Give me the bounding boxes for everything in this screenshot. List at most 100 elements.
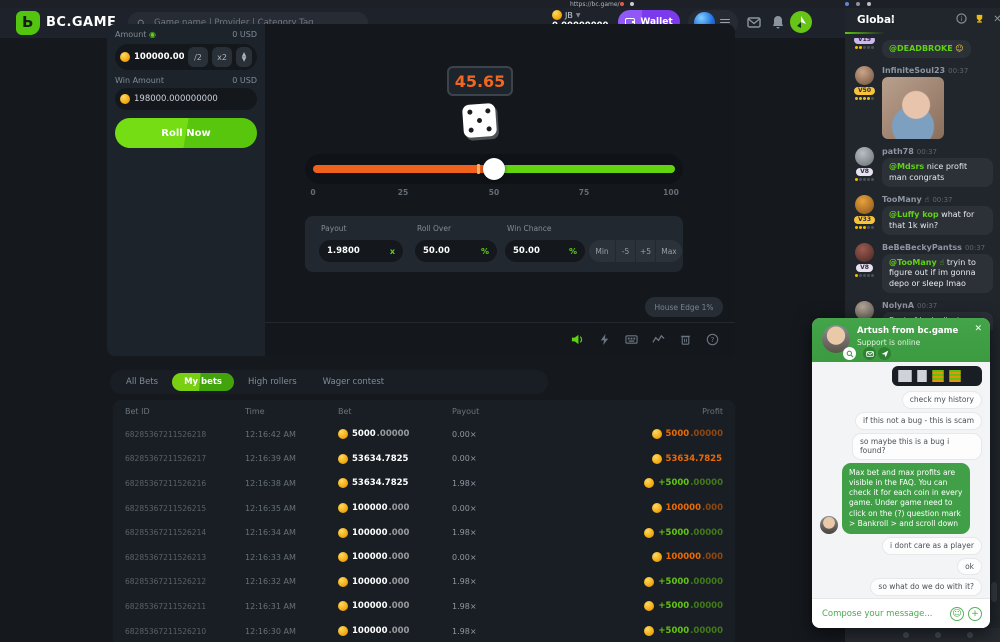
turbo-icon[interactable]	[598, 333, 611, 346]
browser-favicon	[620, 2, 624, 6]
bonus-spin-icon[interactable]	[790, 11, 812, 33]
game-canvas: 45.65 0 25 50 75 100 Payout 1.9800x Roll…	[265, 24, 735, 356]
bc-game-app: https://bc.game/ Ь BC.GAME JB▼ 0.0000000…	[0, 0, 1000, 642]
sound-icon[interactable]	[571, 333, 584, 346]
support-messages: check my historyif this not a bug - this…	[812, 362, 990, 598]
chat-message[interactable]: V19@DEADBROKE ☺	[845, 38, 1000, 58]
bet-id[interactable]: 68285367211526217	[125, 454, 245, 463]
notifications-bell-icon[interactable]	[770, 14, 786, 30]
max-button[interactable]: Max	[656, 240, 682, 262]
bets-table-header: Bet IDTimeBetPayoutProfit	[113, 400, 735, 422]
chat-username[interactable]: BeBeBeckyPantss00:37	[882, 243, 993, 252]
plus-5-button[interactable]: +5	[636, 240, 655, 262]
bet-id[interactable]: 68285367211526215	[125, 504, 245, 513]
bet-payout: 1.98×	[452, 627, 572, 636]
avatar[interactable]	[855, 66, 874, 85]
amount-value[interactable]: 100000.00000000	[134, 52, 184, 62]
bet-payout: 1.98×	[452, 577, 572, 586]
chat-username[interactable]: InfiniteSoul2300:37	[882, 66, 993, 75]
chat-message[interactable]: V8BeBeBeckyPantss00:37@TooMany ☝ tryin t…	[845, 243, 1000, 293]
chat-image[interactable]	[882, 77, 944, 139]
bet-id[interactable]: 68285367211526211	[125, 602, 245, 611]
half-bet-button[interactable]: /2	[188, 47, 208, 67]
chat-close-icon[interactable]: ✕	[991, 13, 1000, 26]
chat-trophy-icon[interactable]	[973, 13, 986, 26]
chat-input-strip[interactable]	[845, 628, 1000, 642]
coin-icon	[652, 429, 662, 439]
support-compose-input[interactable]	[820, 608, 946, 620]
slider-handle[interactable]	[483, 158, 505, 180]
avatar[interactable]	[855, 147, 874, 166]
tab-high-rollers[interactable]: High rollers	[236, 373, 309, 391]
chevron-right-icon[interactable]: ›	[891, 14, 895, 25]
bc-logo-icon[interactable]: Ь	[16, 11, 40, 35]
bet-id[interactable]: 68285367211526216	[125, 479, 245, 488]
amount-info-icon[interactable]: ◉	[149, 30, 156, 39]
table-row[interactable]: 6828536721152621312:16:33 AM100000.0000.…	[113, 545, 735, 570]
avatar[interactable]	[855, 195, 874, 214]
chat-message[interactable]: V8path7800:37@Mdsrs nice profit man cong…	[845, 147, 1000, 187]
tab-wager-contest[interactable]: Wager contest	[311, 373, 396, 391]
roll-now-button[interactable]: Roll Now	[115, 118, 257, 148]
table-row[interactable]: 6828536721152621112:16:31 AM100000.0001.…	[113, 594, 735, 619]
bet-id[interactable]: 68285367211526210	[125, 627, 245, 636]
chat-message[interactable]: V50InfiniteSoul2300:37	[845, 66, 1000, 139]
table-row[interactable]: 6828536721152621712:16:39 AM53634.78250.…	[113, 447, 735, 472]
avatar[interactable]	[855, 243, 874, 262]
support-close-icon[interactable]: ✕	[974, 324, 982, 334]
table-row[interactable]: 6828536721152621612:16:38 AM53634.78251.…	[113, 471, 735, 496]
support-agent-name: Artush from bc.game	[857, 326, 958, 336]
coin-icon	[338, 503, 348, 513]
emoji-icon[interactable]: ☺	[950, 607, 964, 621]
table-row[interactable]: 6828536721152621212:16:32 AM100000.0001.…	[113, 570, 735, 595]
support-user-message: if this not a bug - this is scam	[855, 412, 982, 430]
table-row[interactable]: 6828536721152621812:16:42 AM5000.000000.…	[113, 422, 735, 447]
min-button[interactable]: Min	[589, 240, 615, 262]
seeds-icon[interactable]	[679, 333, 692, 346]
support-compose-bar: ☺ +	[812, 598, 990, 628]
table-row[interactable]: 6828536721152621412:16:34 AM100000.0001.…	[113, 520, 735, 545]
chat-info-icon[interactable]: i	[955, 13, 968, 26]
tab-all-bets[interactable]: All Bets	[114, 373, 170, 391]
bet-time: 12:16:33 AM	[245, 553, 338, 562]
minus-5-button[interactable]: -5	[616, 240, 635, 262]
attach-plus-icon[interactable]: +	[968, 607, 982, 621]
support-send-icon[interactable]	[878, 347, 891, 360]
chat-username[interactable]: path7800:37	[882, 147, 993, 156]
help-icon[interactable]: ?	[706, 333, 719, 346]
bet-id[interactable]: 68285367211526212	[125, 577, 245, 586]
browser-extension-icon[interactable]	[856, 2, 860, 6]
browser-extension-icon[interactable]	[867, 2, 871, 6]
bc-logo-text[interactable]: BC.GAME	[46, 15, 116, 30]
stats-icon[interactable]	[652, 333, 665, 346]
amount-stepper[interactable]: ▲▼	[236, 47, 252, 67]
tick-50: 50	[489, 188, 499, 197]
game-footer-toolbar: ?	[265, 322, 735, 356]
chat-channel-title[interactable]: Global	[857, 14, 895, 26]
url-text[interactable]: https://bc.game/	[570, 1, 620, 8]
chat-scrollbar-thumb[interactable]	[991, 582, 997, 602]
vip-stars	[855, 226, 874, 229]
amount-input[interactable]: 100000.00000000 /2 x2 ▲▼	[115, 44, 257, 70]
bet-id[interactable]: 68285367211526218	[125, 430, 245, 439]
bet-profit: 53634.7825	[572, 454, 723, 464]
support-search-icon[interactable]	[843, 347, 856, 360]
chat-username[interactable]: TooMany ☝00:37	[882, 195, 993, 204]
table-row[interactable]: 6828536721152621012:16:30 AM100000.0001.…	[113, 619, 735, 642]
chat-screenshot-image[interactable]	[892, 366, 982, 386]
chat-username[interactable]: NolynA00:37	[882, 301, 993, 310]
roll-slider[interactable]	[305, 154, 683, 184]
chat-message[interactable]: V33TooMany ☝00:37@Luffy kop what for tha…	[845, 195, 1000, 235]
browser-extension-icon[interactable]	[845, 2, 849, 6]
hotkeys-icon[interactable]	[625, 333, 638, 346]
table-row[interactable]: 6828536721152621512:16:35 AM100000.0000.…	[113, 496, 735, 521]
bet-id[interactable]: 68285367211526214	[125, 528, 245, 537]
double-bet-button[interactable]: x2	[212, 47, 232, 67]
bet-id[interactable]: 68285367211526213	[125, 553, 245, 562]
tab-my-bets[interactable]: My bets	[172, 373, 234, 391]
support-mail-icon[interactable]	[863, 347, 876, 360]
payout-input[interactable]: 1.9800x	[319, 240, 403, 262]
mail-icon[interactable]	[746, 14, 762, 30]
roll-over-input[interactable]: 50.00%	[415, 240, 497, 262]
win-chance-input[interactable]: 50.00%	[505, 240, 585, 262]
